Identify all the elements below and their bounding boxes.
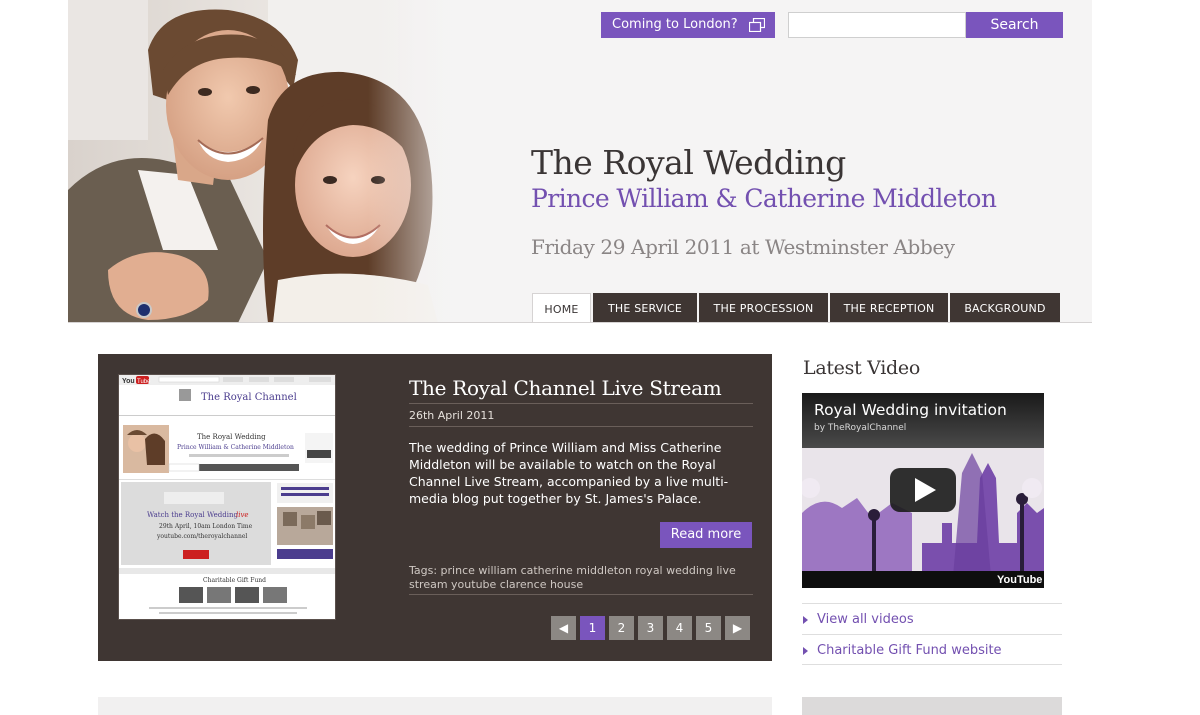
tab-background[interactable]: BACKGROUND xyxy=(950,293,1060,322)
charitable-gift-fund-link[interactable]: Charitable Gift Fund website xyxy=(802,634,1062,665)
sidebar-footer-bar xyxy=(802,697,1062,715)
thumb-mini-sub: Prince William & Catherine Middleton xyxy=(177,444,294,451)
feature-tags: Tags: prince william catherine middleton… xyxy=(409,564,736,591)
main-nav: HOME THE SERVICE THE PROCESSION THE RECE… xyxy=(532,293,1062,322)
thumb-gift: Charitable Gift Fund xyxy=(203,577,266,584)
pagination-page-2[interactable]: 2 xyxy=(609,616,634,640)
thumb-watch-url: youtube.com/theroyalchannel xyxy=(156,533,247,540)
pagination-next-button[interactable]: ▶ xyxy=(725,616,750,640)
wedding-date: Friday 29 April 2011 at Westminster Abbe… xyxy=(531,235,955,259)
thumb-watch: Watch the Royal Wedding xyxy=(147,511,238,519)
sidebar-links: View all videos Charitable Gift Fund web… xyxy=(802,603,1062,665)
thumb-brand: You xyxy=(122,378,135,385)
video-player[interactable]: YouTube Royal Wedding invitation by TheR… xyxy=(802,393,1044,588)
site-header: Coming to London? Search The Royal Weddi… xyxy=(68,0,1092,323)
search-input[interactable] xyxy=(788,12,966,38)
tab-the-reception[interactable]: THE RECEPTION xyxy=(830,293,948,322)
feature-panel: You Tube The Royal Channel The Royal Wed… xyxy=(98,354,772,661)
search-button[interactable]: Search xyxy=(966,12,1063,38)
charitable-gift-fund-label: Charitable Gift Fund website xyxy=(817,643,1002,658)
feature-title[interactable]: The Royal Channel Live Stream xyxy=(409,376,722,400)
royal-channel-screenshot: You Tube The Royal Channel The Royal Wed… xyxy=(119,375,335,619)
pagination-page-4[interactable]: 4 xyxy=(667,616,692,640)
youtube-logo: YouTube xyxy=(997,574,1042,586)
thumb-channel: The Royal Channel xyxy=(201,392,297,403)
thumb-brand2: Tube xyxy=(137,379,151,385)
feature-body: The wedding of Prince William and Miss C… xyxy=(409,440,729,506)
thumb-watch-live: live xyxy=(236,511,249,519)
pagination-page-1[interactable]: 1 xyxy=(580,616,605,640)
date-divider xyxy=(409,426,753,427)
popup-window-icon xyxy=(749,18,765,32)
video-title[interactable]: Royal Wedding invitation xyxy=(814,401,1007,419)
pagination-page-5[interactable]: 5 xyxy=(696,616,721,640)
tags-divider xyxy=(409,594,753,595)
title-divider xyxy=(409,403,753,404)
tab-the-procession[interactable]: THE PROCESSION xyxy=(699,293,828,322)
page-subtitle: Prince William & Catherine Middleton xyxy=(531,184,997,213)
read-more-button[interactable]: Read more xyxy=(660,522,752,548)
view-all-videos-label: View all videos xyxy=(817,612,914,627)
pagination-page-3[interactable]: 3 xyxy=(638,616,663,640)
feature-date: 26th April 2011 xyxy=(409,409,495,422)
feature-thumbnail[interactable]: You Tube The Royal Channel The Royal Wed… xyxy=(118,374,336,620)
footer-bar xyxy=(98,697,772,715)
view-all-videos-link[interactable]: View all videos xyxy=(802,603,1062,634)
pagination: ◀ 1 2 3 4 5 ▶ xyxy=(551,616,754,640)
pagination-prev-button[interactable]: ◀ xyxy=(551,616,576,640)
thumb-watch-time: 29th April, 10am London Time xyxy=(159,523,253,530)
tab-the-service[interactable]: THE SERVICE xyxy=(593,293,697,322)
photo-fade xyxy=(368,0,488,322)
tab-home[interactable]: HOME xyxy=(532,293,591,322)
coming-to-london-button[interactable]: Coming to London? xyxy=(601,12,775,38)
thumb-mini-title: The Royal Wedding xyxy=(197,433,266,441)
coming-to-london-label: Coming to London? xyxy=(612,17,738,32)
arrow-right-icon xyxy=(803,616,808,624)
video-author[interactable]: by TheRoyalChannel xyxy=(814,423,906,433)
page-title: The Royal Wedding xyxy=(531,143,846,182)
arrow-right-icon xyxy=(803,647,808,655)
latest-video-title: Latest Video xyxy=(803,357,920,379)
